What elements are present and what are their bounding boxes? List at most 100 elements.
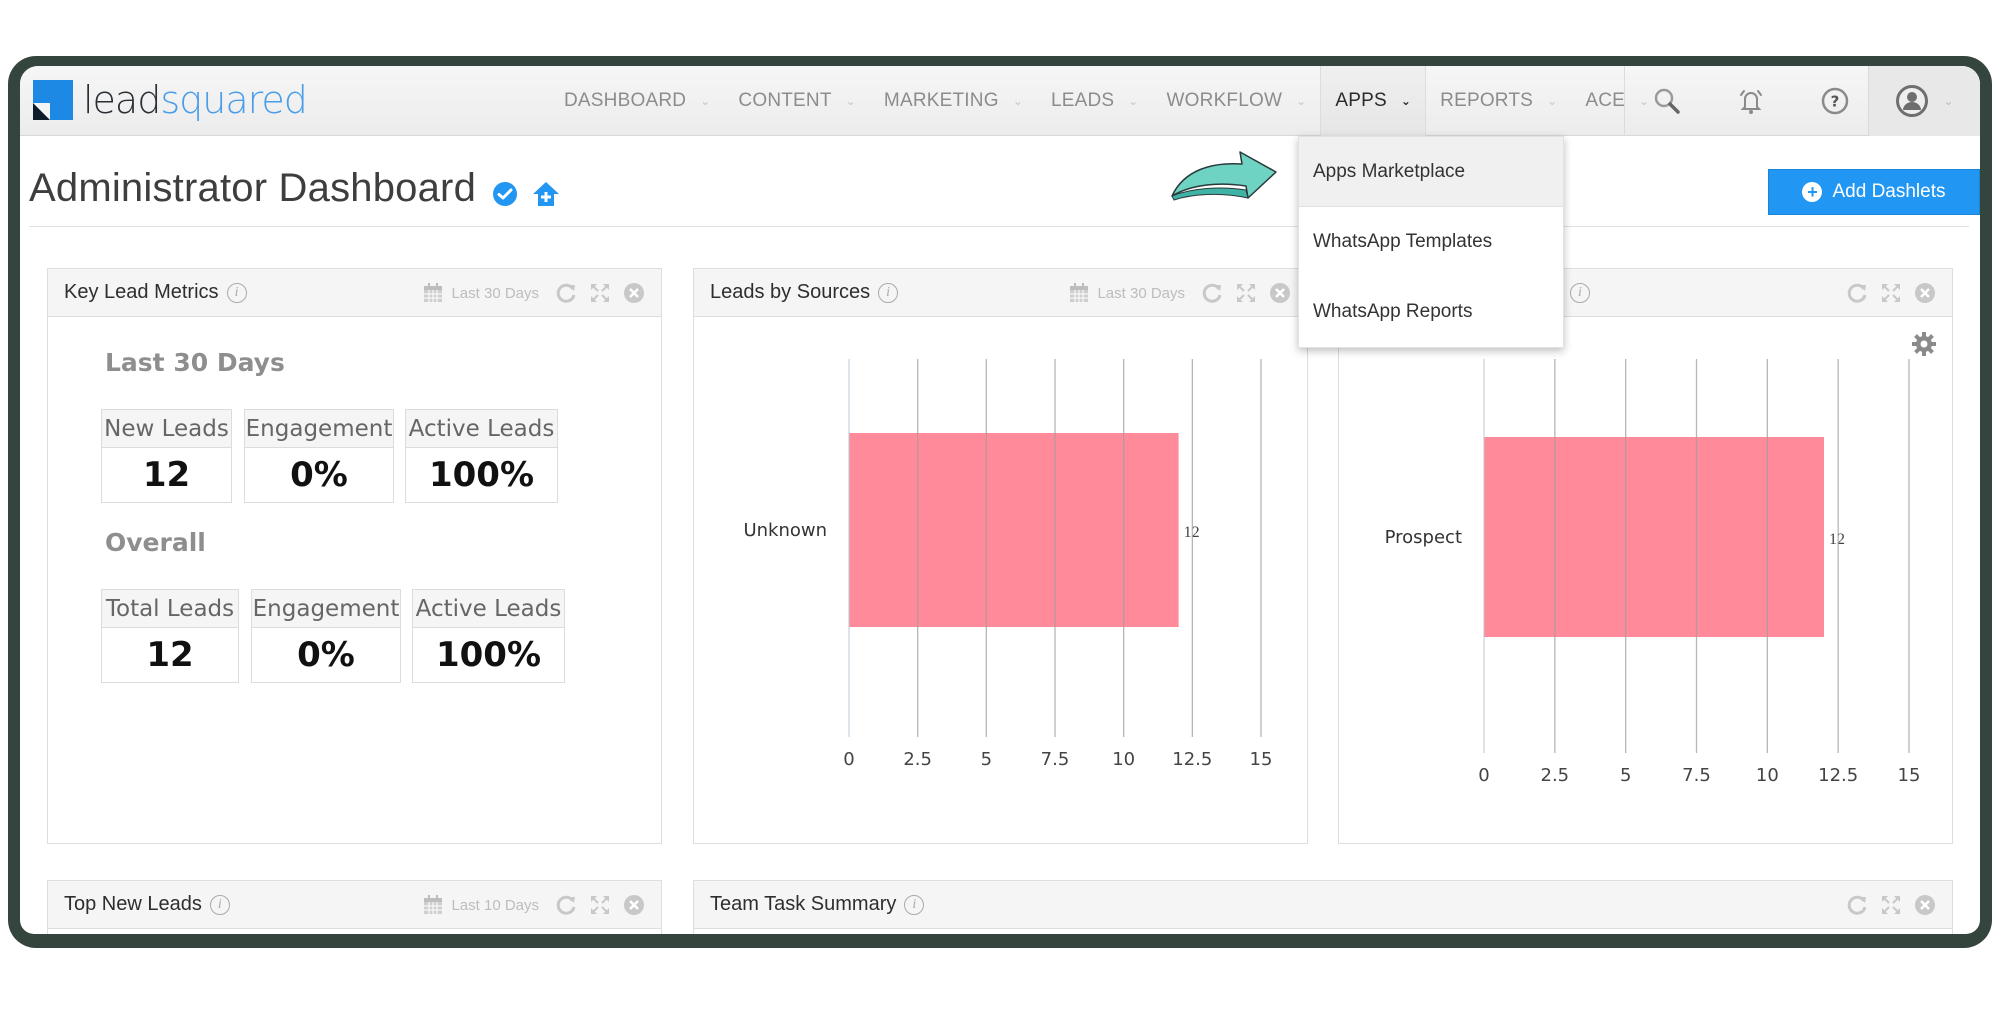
chevron-down-icon: ⌄	[1943, 94, 1954, 108]
metric-active-leads: Active Leads 100%	[405, 409, 558, 503]
metric-value: 0%	[297, 635, 355, 675]
expand-icon	[1882, 896, 1900, 914]
help-button[interactable]: ?	[1793, 66, 1877, 136]
x-tick-label: 0	[843, 749, 854, 770]
nav-item-marketing[interactable]: MARKETING ⌄	[870, 66, 1037, 136]
menu-item-apps-marketplace[interactable]: Apps Marketplace	[1299, 137, 1563, 207]
metric-label: Engagement	[252, 590, 400, 628]
x-tick-label: 5	[981, 749, 992, 770]
notification-bell-icon	[1740, 90, 1762, 114]
metric-label: Engagement	[245, 410, 393, 448]
svg-text:?: ?	[1831, 93, 1840, 111]
page-title: Administrator Dashboard	[29, 166, 477, 210]
set-home-icon[interactable]	[532, 180, 560, 208]
refresh-button[interactable]	[555, 282, 577, 304]
refresh-button[interactable]	[1201, 282, 1223, 304]
metric-value: 0%	[290, 455, 348, 495]
nav-item-leads[interactable]: LEADS ⌄	[1037, 66, 1153, 136]
date-range-filter[interactable]: Last 30 Days	[1069, 283, 1185, 303]
apps-dropdown-menu: Apps Marketplace WhatsApp Templates What…	[1298, 136, 1564, 348]
x-tick-label: 12.5	[1818, 765, 1858, 786]
notifications-button[interactable]	[1709, 66, 1793, 136]
calendar-icon	[424, 895, 443, 914]
chevron-down-icon: ⌄	[1547, 94, 1558, 108]
chevron-down-icon: ⌄	[1128, 94, 1139, 108]
info-icon[interactable]: i	[1570, 282, 1590, 303]
add-dashlets-button[interactable]: + Add Dashlets	[1768, 169, 1980, 215]
title-icons	[492, 180, 560, 208]
maximize-button[interactable]	[1880, 894, 1902, 916]
metric-value: 12	[142, 455, 191, 495]
maximize-button[interactable]	[589, 894, 611, 916]
date-range-filter[interactable]: Last 10 Days	[423, 895, 539, 915]
expand-icon	[591, 896, 609, 914]
info-icon[interactable]: i	[226, 282, 247, 303]
metric-label: Active Leads	[406, 410, 557, 448]
logo-mark-icon	[33, 80, 73, 120]
dashlet-header: Team Task Summary i	[694, 881, 1952, 929]
dashlet-tools	[1846, 881, 1936, 929]
close-button[interactable]	[1914, 894, 1936, 916]
info-icon[interactable]: i	[904, 894, 925, 915]
nav-label: APPS	[1335, 90, 1387, 111]
date-range-label: Last 10 Days	[451, 896, 539, 914]
section-label-overall: Overall	[105, 528, 206, 557]
metric-label: Active Leads	[413, 590, 564, 628]
user-menu[interactable]: ⌄	[1868, 66, 1980, 136]
brand-wordmark: leadsquared	[83, 78, 308, 122]
date-range-filter[interactable]: Last 30 Days	[423, 283, 539, 303]
add-dashlets-label: Add Dashlets	[1832, 181, 1946, 202]
chevron-down-icon: ⌄	[1400, 94, 1412, 108]
dashlet-header: Top New Leads i Last 10 Days	[48, 881, 661, 929]
refresh-icon	[1202, 283, 1222, 303]
dashlet-title: Team Task Summary	[710, 893, 897, 915]
data-label: 12	[1829, 531, 1845, 548]
nav-item-workflow[interactable]: WORKFLOW ⌄	[1153, 66, 1321, 136]
x-tick-label: 15	[1898, 765, 1921, 786]
close-button[interactable]	[1914, 282, 1936, 304]
search-icon	[1654, 88, 1680, 114]
nav-label: REPORTS	[1440, 90, 1534, 111]
refresh-button[interactable]	[1846, 894, 1868, 916]
x-tick-label: 15	[1250, 749, 1273, 770]
nav-item-dashboard[interactable]: DASHBOARD ⌄	[550, 66, 724, 136]
close-circle-icon	[624, 283, 644, 303]
info-icon[interactable]: i	[878, 282, 899, 303]
plus-circle-icon: +	[1802, 182, 1823, 202]
bar-unknown	[849, 433, 1179, 627]
close-button[interactable]	[1269, 282, 1291, 304]
section-label-last-30-days: Last 30 Days	[105, 348, 285, 377]
close-circle-icon	[1915, 283, 1935, 303]
menu-item-whatsapp-templates[interactable]: WhatsApp Templates	[1299, 207, 1563, 277]
data-label: 12	[1184, 524, 1200, 541]
dashlet-header: Leads by Sources i Last 30 Days	[694, 269, 1307, 317]
nav-item-reports[interactable]: REPORTS ⌄	[1426, 66, 1571, 136]
pointer-arrow-icon	[1171, 151, 1277, 201]
app-window: leadsquared DASHBOARD ⌄ CONTENT ⌄ MARKETIN…	[20, 66, 1980, 934]
info-icon[interactable]: i	[209, 894, 230, 915]
close-button[interactable]	[623, 282, 645, 304]
brand-logo[interactable]: leadsquared	[33, 77, 308, 123]
search-button[interactable]	[1625, 66, 1709, 136]
dashlet-title: Top New Leads	[64, 893, 202, 915]
date-range-label: Last 30 Days	[451, 284, 539, 302]
category-label: Prospect	[1385, 527, 1462, 548]
menu-item-whatsapp-reports[interactable]: WhatsApp Reports	[1299, 277, 1563, 347]
maximize-button[interactable]	[589, 282, 611, 304]
expand-icon	[591, 284, 609, 302]
maximize-button[interactable]	[1880, 282, 1902, 304]
refresh-icon	[1847, 283, 1867, 303]
refresh-button[interactable]	[555, 894, 577, 916]
close-button[interactable]	[623, 894, 645, 916]
verified-check-icon[interactable]	[492, 181, 518, 207]
main-nav: DASHBOARD ⌄ CONTENT ⌄ MARKETING ⌄ LEADS ⌄ WO…	[550, 66, 1667, 136]
maximize-button[interactable]	[1235, 282, 1257, 304]
expand-icon	[1237, 284, 1255, 302]
category-label: Unknown	[743, 520, 827, 541]
nav-item-content[interactable]: CONTENT ⌄	[724, 66, 870, 136]
leads-by-stage-chart: Prospect 12 0 2.5 5 7.5 10 12.5 15	[1385, 359, 1921, 786]
nav-label: DASHBOARD	[564, 90, 687, 111]
refresh-button[interactable]	[1846, 282, 1868, 304]
nav-item-apps[interactable]: APPS ⌄	[1320, 66, 1427, 136]
header-icon-group: ?	[1624, 66, 1877, 136]
